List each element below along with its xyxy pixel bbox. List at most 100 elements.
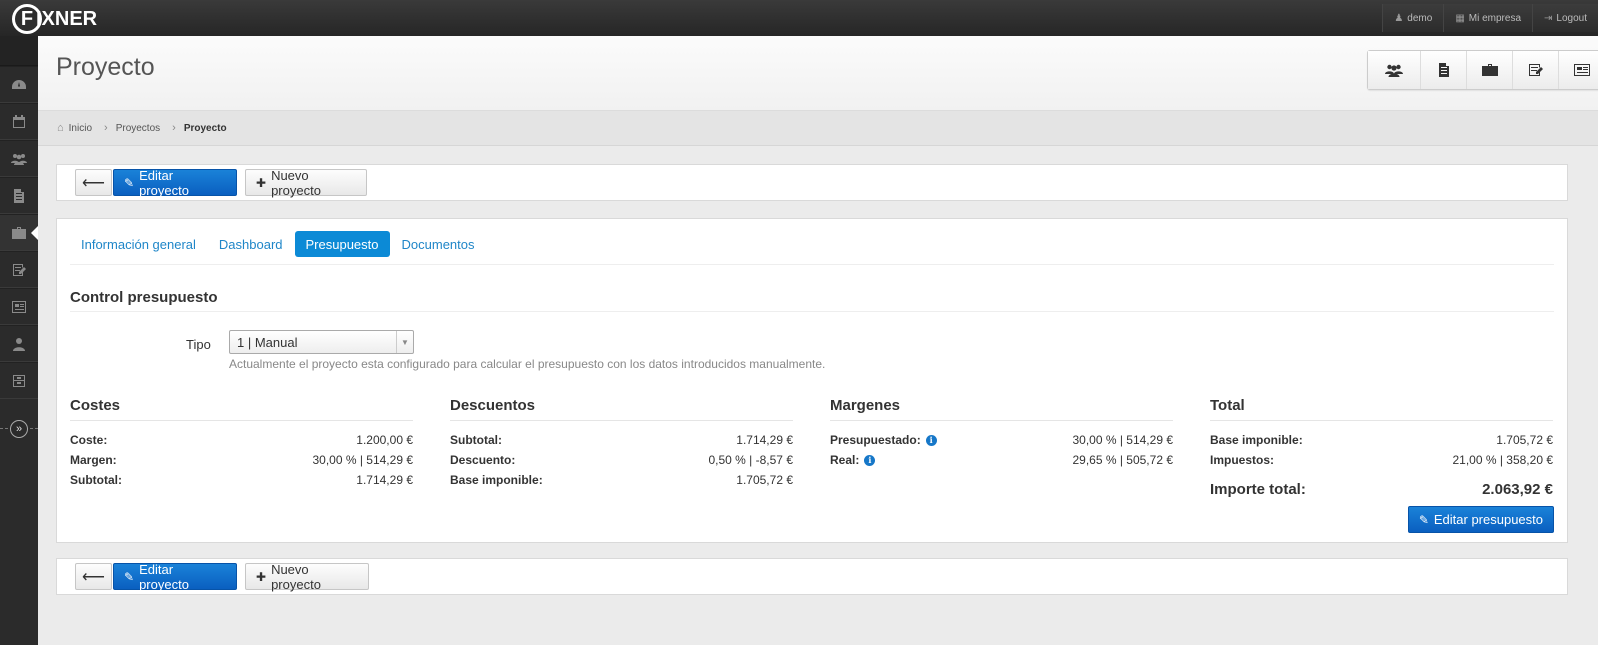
main-content: Proyecto ⌂ Inicio › Proyectos › Proyecto xyxy=(38,36,1598,645)
sidebar-collapse-toggle[interactable]: » xyxy=(0,418,38,440)
descuentos-column: Descuentos Subtotal: 1.714,29 € Descuent… xyxy=(450,397,793,490)
costes-column: Costes Coste: 1.200,00 € Margen: 30,00 %… xyxy=(70,397,413,490)
sidebar-item-calendar[interactable] xyxy=(0,103,38,140)
new-project-label: Nuevo proyecto xyxy=(271,167,321,198)
documents-icon xyxy=(1438,63,1449,77)
costes-title: Costes xyxy=(70,397,413,421)
info-icon[interactable]: i xyxy=(864,454,876,466)
sidebar: » xyxy=(0,36,38,645)
total-row-value: 1.705,72 € xyxy=(1496,433,1553,447)
margenes-row-label: Real: i xyxy=(830,453,876,467)
margenes-row: Presupuestado: i 30,00 % | 514,29 € xyxy=(830,430,1173,450)
breadcrumb-projects-link[interactable]: Proyectos xyxy=(116,123,160,134)
sidebar-item-inventory[interactable] xyxy=(0,362,38,399)
section-divider xyxy=(70,311,1554,312)
new-project-button[interactable]: ✚ Nuevo proyecto xyxy=(245,562,369,592)
margenes-row-value: 30,00 % | 514,29 € xyxy=(1072,433,1173,447)
back-button[interactable]: ⟵ xyxy=(75,169,112,196)
quick-projects-button[interactable] xyxy=(1466,51,1512,89)
total-row: Base imponible: 1.705,72 € xyxy=(1210,430,1553,450)
sidebar-item-employees[interactable] xyxy=(0,325,38,362)
tipo-help-text: Actualmente el proyecto esta configurado… xyxy=(229,357,826,371)
top-bar: F IXNER ♟ demo ▦ Mi empresa ⇥ Logout xyxy=(0,0,1598,36)
costes-row-value: 30,00 % | 514,29 € xyxy=(312,453,413,467)
page-title: Proyecto xyxy=(56,53,155,81)
users-icon xyxy=(1385,64,1403,77)
sidebar-item-clients[interactable] xyxy=(0,140,38,177)
margenes-column: Margenes Presupuestado: i 30,00 % | 514,… xyxy=(830,397,1173,470)
tab-dashboard[interactable]: Dashboard xyxy=(208,231,294,257)
logout-link[interactable]: ⇥ Logout xyxy=(1532,4,1598,32)
edit-project-label: Editar proyecto xyxy=(139,561,189,592)
sidebar-item-dashboard[interactable] xyxy=(0,66,38,103)
quick-documents-button[interactable] xyxy=(1420,51,1466,89)
importe-total-label: Importe total: xyxy=(1210,480,1306,498)
info-icon[interactable]: i xyxy=(925,434,937,446)
margenes-row-value: 29,65 % | 505,72 € xyxy=(1072,453,1173,467)
new-project-button[interactable]: ✚ Nuevo proyecto xyxy=(245,167,367,198)
breadcrumb-home-link[interactable]: Inicio xyxy=(69,123,92,134)
breadcrumb-separator-icon: › xyxy=(104,122,108,134)
user-menu[interactable]: ♟ demo xyxy=(1382,4,1444,32)
briefcase-icon xyxy=(12,226,26,239)
margenes-row-label: Presupuestado: i xyxy=(830,433,937,447)
sidebar-item-tasks[interactable] xyxy=(0,251,38,288)
tipo-select-value: 1 | Manual xyxy=(237,334,298,350)
descuentos-row-value: 1.714,29 € xyxy=(736,433,793,447)
total-row-value: 21,00 % | 358,20 € xyxy=(1452,453,1553,467)
home-icon: ⌂ xyxy=(57,122,64,134)
edit-project-button[interactable]: ✎ Editar proyecto xyxy=(113,561,237,592)
importe-total-row: Importe total: 2.063,92 € xyxy=(1210,474,1553,504)
descuentos-row-value: 1.705,72 € xyxy=(736,473,793,487)
user-icon: ♟ xyxy=(1394,12,1404,24)
margenes-label-text: Real: xyxy=(830,453,860,467)
back-button[interactable]: ⟵ xyxy=(75,563,112,590)
box-icon xyxy=(13,374,25,387)
edit-list-icon xyxy=(1528,64,1543,76)
actions-toolbar-bottom: ⟵ ✎ Editar proyecto ✚ Nuevo proyecto xyxy=(56,558,1568,595)
company-link-label: Mi empresa xyxy=(1468,12,1522,24)
descuentos-title: Descuentos xyxy=(450,397,793,421)
building-icon: ▦ xyxy=(1455,12,1465,24)
user-menu-label: demo xyxy=(1407,12,1433,24)
sidebar-item-contacts[interactable] xyxy=(0,288,38,325)
page-header: Proyecto xyxy=(38,36,1598,111)
tipo-select[interactable]: 1 | Manual ▼ xyxy=(229,330,414,354)
app-logo[interactable]: F IXNER xyxy=(12,4,97,34)
sidebar-item-projects[interactable] xyxy=(0,214,38,251)
plus-icon: ✚ xyxy=(256,175,267,190)
user-nav: ♟ demo ▦ Mi empresa ⇥ Logout xyxy=(1382,4,1598,32)
sidebar-item-documents[interactable] xyxy=(0,177,38,214)
margenes-label-text: Presupuestado: xyxy=(830,433,921,447)
edit-budget-label: Editar presupuesto xyxy=(1433,512,1543,527)
costes-row-label: Coste: xyxy=(70,433,108,447)
company-link[interactable]: ▦ Mi empresa xyxy=(1443,4,1533,32)
briefcase-icon xyxy=(1481,64,1498,76)
tab-budget[interactable]: Presupuesto xyxy=(294,231,390,257)
costes-row-value: 1.714,29 € xyxy=(356,473,413,487)
margenes-title: Margenes xyxy=(830,397,1173,421)
breadcrumb-current: Proyecto xyxy=(183,122,227,134)
edit-list-icon xyxy=(13,263,26,276)
breadcrumb: ⌂ Inicio › Proyectos › Proyecto xyxy=(38,111,1598,146)
calendar-icon xyxy=(13,114,25,128)
costes-row-label: Subtotal: xyxy=(70,473,122,487)
costes-row: Subtotal: 1.714,29 € xyxy=(70,470,413,490)
project-tabs: Información general Dashboard Presupuest… xyxy=(70,231,487,257)
quick-tasks-button[interactable] xyxy=(1512,51,1558,89)
tab-documents[interactable]: Documentos xyxy=(391,231,486,257)
quick-clients-button[interactable] xyxy=(1368,51,1420,89)
edit-icon: ✎ xyxy=(124,175,135,190)
quick-contacts-button[interactable] xyxy=(1558,51,1598,89)
edit-budget-button[interactable]: ✎ Editar presupuesto xyxy=(1407,506,1554,533)
descuentos-row-label: Descuento: xyxy=(450,453,516,467)
tab-general-info[interactable]: Información general xyxy=(70,231,207,257)
total-title: Total xyxy=(1210,397,1553,421)
logout-icon: ⇥ xyxy=(1544,12,1553,24)
dashboard-icon xyxy=(12,79,26,89)
edit-project-button[interactable]: ✎ Editar proyecto xyxy=(113,168,237,198)
total-row-label: Base imponible: xyxy=(1210,433,1303,447)
total-column: Total Base imponible: 1.705,72 € Impuest… xyxy=(1210,397,1553,504)
total-row: Impuestos: 21,00 % | 358,20 € xyxy=(1210,450,1553,470)
costes-row: Coste: 1.200,00 € xyxy=(70,430,413,450)
